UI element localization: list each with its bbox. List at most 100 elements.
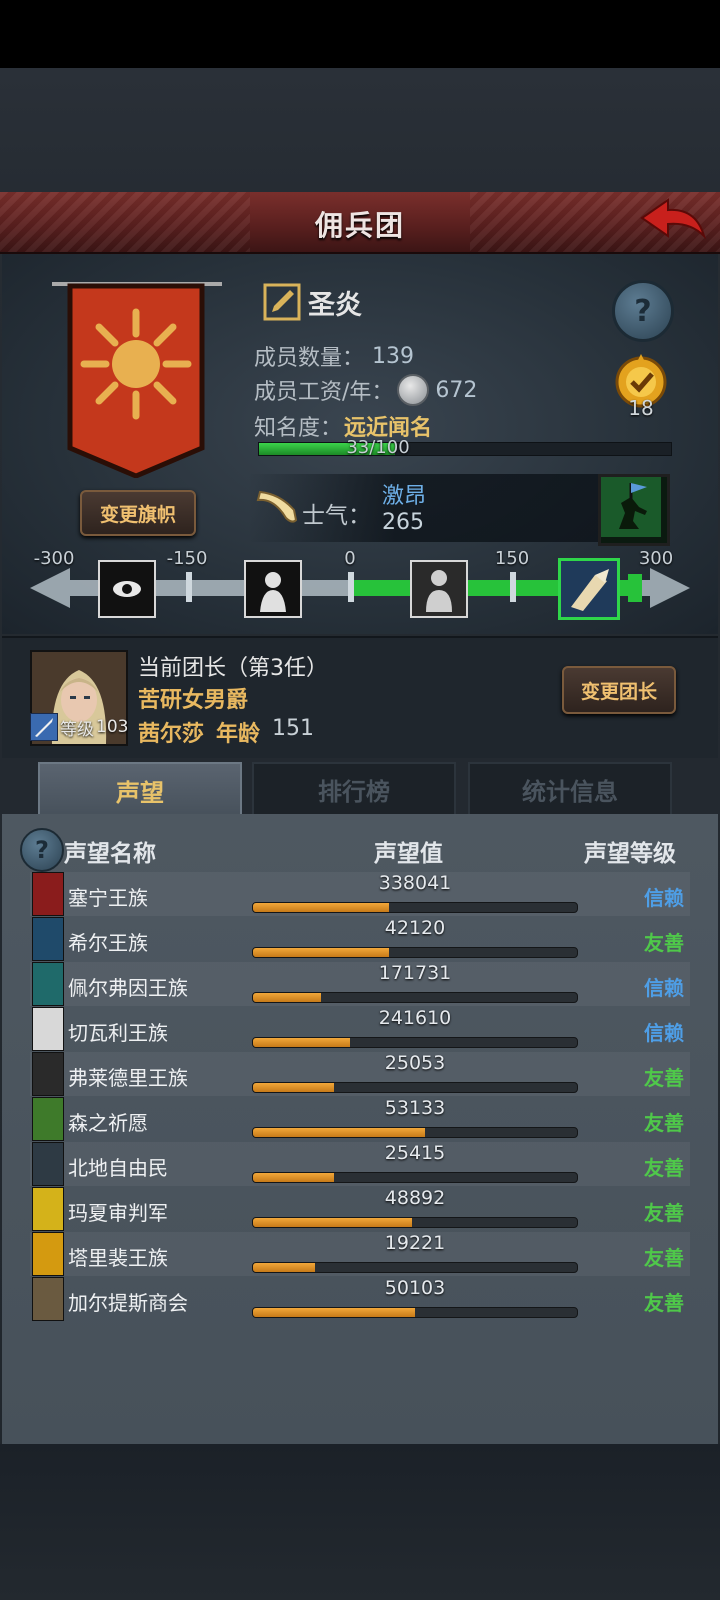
faction-name: 塔里裴王族	[68, 1246, 168, 1270]
reputation-bar	[252, 902, 578, 913]
reputation-value: 171731	[378, 962, 452, 984]
table-row[interactable]: 希尔王族 42120 友善	[30, 917, 690, 961]
tab-bar: 声望 排行榜 统计信息	[38, 762, 678, 816]
reputation-level: 友善	[644, 1201, 684, 1225]
morale-label: 士气：	[302, 503, 371, 529]
reputation-level: 信赖	[644, 976, 684, 1000]
reputation-bar-fill	[253, 1308, 415, 1317]
bottom-area	[0, 1444, 720, 1600]
morale-value: 265	[382, 510, 424, 535]
reputation-bar-fill	[253, 1263, 315, 1272]
reputation-bar-fill	[253, 948, 390, 957]
table-row[interactable]: 弗莱德里王族 25053 友善	[30, 1052, 690, 1096]
faction-emblem-icon	[32, 1097, 64, 1141]
faction-emblem-icon	[32, 962, 64, 1006]
level-value: 103	[96, 717, 129, 737]
morale-despair-icon	[244, 560, 302, 618]
reputation-bar-fill	[253, 1038, 351, 1047]
morale-high-icon	[558, 558, 620, 620]
reputation-value: 50103	[384, 1277, 446, 1299]
faction-emblem-icon	[32, 1232, 64, 1276]
table-row[interactable]: 佩尔弗因王族 171731 信赖	[30, 962, 690, 1006]
reputation-value: 25415	[384, 1142, 446, 1164]
tab-ranking[interactable]: 排行榜	[252, 762, 456, 816]
medal-count: 18	[628, 396, 654, 420]
faction-name: 切瓦利王族	[68, 1021, 168, 1045]
faction-emblem-icon	[32, 1277, 64, 1321]
reputation-level: 友善	[644, 1291, 684, 1315]
reputation-level: 信赖	[644, 1021, 684, 1045]
reputation-list-panel: ? 声望名称 声望值 声望等级 塞宁王族 338041 信赖 希尔王族 42120 友善佩…	[2, 814, 718, 1444]
faction-emblem-icon	[32, 1052, 64, 1096]
table-row[interactable]: 玛夏审判军 48892 友善	[30, 1187, 690, 1231]
reputation-bar-fill	[253, 903, 390, 912]
reputation-value: 338041	[378, 872, 452, 894]
reputation-bar	[252, 1307, 578, 1318]
reputation-level: 友善	[644, 931, 684, 955]
member-count-value: 139	[372, 343, 415, 369]
reputation-bar	[252, 1217, 578, 1228]
tab-statistics[interactable]: 统计信息	[468, 762, 672, 816]
reputation-value: 241610	[378, 1007, 452, 1029]
faction-name: 加尔提斯商会	[68, 1291, 188, 1315]
leader-age: 151	[272, 716, 315, 741]
morale-scale: -300 -150 0 150 300	[30, 548, 690, 628]
leader-trait: 苦研女男爵	[138, 688, 249, 713]
faction-emblem-icon	[32, 1007, 64, 1051]
change-leader-button[interactable]: 变更团长	[562, 666, 676, 714]
reputation-help-icon[interactable]: ?	[20, 828, 64, 872]
reputation-bar	[252, 947, 578, 958]
guild-name-row: 圣炎	[262, 282, 362, 322]
faction-name: 弗莱德里王族	[68, 1066, 188, 1090]
edit-icon[interactable]	[262, 282, 302, 322]
leader-name: 茜尔莎	[138, 722, 205, 747]
wage-row: 成员工资/年： 672	[254, 374, 477, 406]
table-row[interactable]: 加尔提斯商会 50103 友善	[30, 1277, 690, 1321]
morale-calm-icon	[410, 560, 468, 618]
tab-reputation[interactable]: 声望	[38, 762, 242, 816]
reputation-level: 友善	[644, 1066, 684, 1090]
reputation-bar	[252, 1082, 578, 1093]
reputation-bar-fill	[253, 1128, 425, 1137]
list-header: ? 声望名称 声望值 声望等级	[2, 828, 718, 872]
header-reputation-level: 声望等级	[584, 841, 676, 867]
header-reputation-value: 声望值	[374, 841, 443, 867]
help-icon[interactable]: ?	[612, 280, 674, 342]
leader-title: 当前团长（第3任）	[138, 656, 328, 681]
back-arrow-icon[interactable]	[638, 196, 708, 248]
morale-charge-icon[interactable]	[598, 474, 670, 546]
reputation-value: 42120	[384, 917, 446, 939]
reputation-bar	[252, 1037, 578, 1048]
leader-info-row: 茜尔莎 年龄 151	[138, 716, 314, 748]
reputation-bar-fill	[253, 1083, 334, 1092]
faction-name: 塞宁王族	[68, 886, 148, 910]
leader-age-label: 年龄	[216, 722, 261, 747]
faction-name: 森之祈愿	[68, 1111, 148, 1135]
morale-collapse-icon	[98, 560, 156, 618]
table-row[interactable]: 切瓦利王族 241610 信赖	[30, 1007, 690, 1051]
wage-value: 672	[435, 377, 478, 403]
reputation-value: 53133	[384, 1097, 446, 1119]
morale-state: 激昂	[382, 484, 427, 509]
member-count-row: 成员数量： 139	[254, 340, 414, 372]
reputation-bar	[252, 992, 578, 1003]
guild-banner-icon	[52, 282, 222, 478]
leader-level-badge: 等级 103	[30, 712, 130, 742]
faction-emblem-icon	[32, 872, 64, 916]
reputation-level: 友善	[644, 1111, 684, 1135]
faction-emblem-icon	[32, 1142, 64, 1186]
level-label: 等级	[60, 719, 94, 740]
change-flag-button[interactable]: 变更旗帜	[80, 490, 196, 536]
page-title: 佣兵团	[314, 209, 405, 242]
table-row[interactable]: 塔里裴王族 19221 友善	[30, 1232, 690, 1276]
table-row[interactable]: 北地自由民 25415 友善	[30, 1142, 690, 1186]
member-count-label: 成员数量：	[254, 346, 365, 371]
reputation-level: 友善	[644, 1156, 684, 1180]
faction-name: 希尔王族	[68, 931, 148, 955]
reputation-bar-fill	[253, 1173, 334, 1182]
reputation-bar-fill	[253, 993, 322, 1002]
table-row[interactable]: 塞宁王族 338041 信赖	[30, 872, 690, 916]
table-row[interactable]: 森之祈愿 53133 友善	[30, 1097, 690, 1141]
faction-name: 佩尔弗因王族	[68, 976, 188, 1000]
faction-name: 玛夏审判军	[68, 1201, 168, 1225]
